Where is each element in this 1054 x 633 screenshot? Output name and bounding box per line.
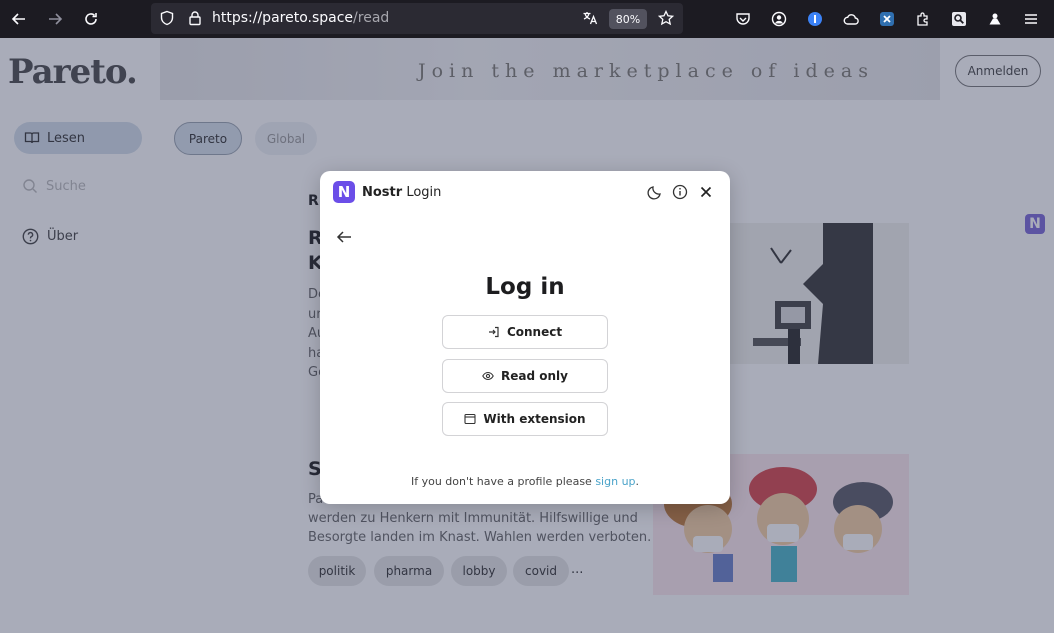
with-extension-button[interactable]: With extension <box>442 402 608 436</box>
signup-hint: If you don't have a profile please sign … <box>320 475 730 488</box>
zoom-level-badge[interactable]: 80% <box>609 9 647 29</box>
dark-mode-moon-icon[interactable] <box>647 184 663 200</box>
eye-icon <box>482 371 494 381</box>
extension-x-icon[interactable] <box>876 8 898 30</box>
shield-icon[interactable] <box>159 10 175 26</box>
menu-hamburger-icon[interactable] <box>1020 8 1042 30</box>
lock-icon[interactable] <box>187 10 203 26</box>
url-bar[interactable]: https://pareto.space/read 80% <box>151 3 683 34</box>
back-arrow-icon[interactable] <box>335 228 353 246</box>
browser-window-icon <box>464 413 476 425</box>
bookmark-star-icon[interactable] <box>658 10 674 26</box>
account-icon[interactable] <box>768 8 790 30</box>
cloud-icon[interactable] <box>840 8 862 30</box>
login-enter-icon <box>488 326 499 338</box>
url-text[interactable]: https://pareto.space/read <box>212 10 389 26</box>
info-icon[interactable] <box>672 184 688 200</box>
close-icon[interactable] <box>698 184 714 200</box>
signup-hint-period: . <box>635 475 640 488</box>
connect-button[interactable]: Connect <box>442 315 608 349</box>
connect-button-label: Connect <box>506 325 563 339</box>
signup-hint-text: If you don't have a profile please <box>410 475 592 488</box>
modal-title: Nostr Login <box>362 185 442 200</box>
nostr-logo-icon: N <box>333 181 355 203</box>
pocket-icon[interactable] <box>732 8 754 30</box>
search-extension-icon[interactable] <box>948 8 970 30</box>
browser-toolbar: https://pareto.space/read 80% <box>0 0 1054 38</box>
translate-icon[interactable] <box>582 10 598 26</box>
alby-extension-icon[interactable] <box>984 8 1006 30</box>
password-manager-icon[interactable] <box>804 8 826 30</box>
sign-up-link[interactable]: sign up <box>595 475 635 488</box>
nostr-login-modal: N Nostr Login Log in Connect Read only W… <box>320 171 730 504</box>
reload-icon[interactable] <box>80 8 102 30</box>
extensions-puzzle-icon[interactable] <box>912 8 934 30</box>
read-only-button[interactable]: Read only <box>442 359 608 393</box>
back-icon[interactable] <box>8 8 30 30</box>
login-heading: Log in <box>485 274 565 300</box>
read-only-button-label: Read only <box>501 369 568 383</box>
forward-icon[interactable] <box>44 8 66 30</box>
with-extension-button-label: With extension <box>483 412 586 426</box>
